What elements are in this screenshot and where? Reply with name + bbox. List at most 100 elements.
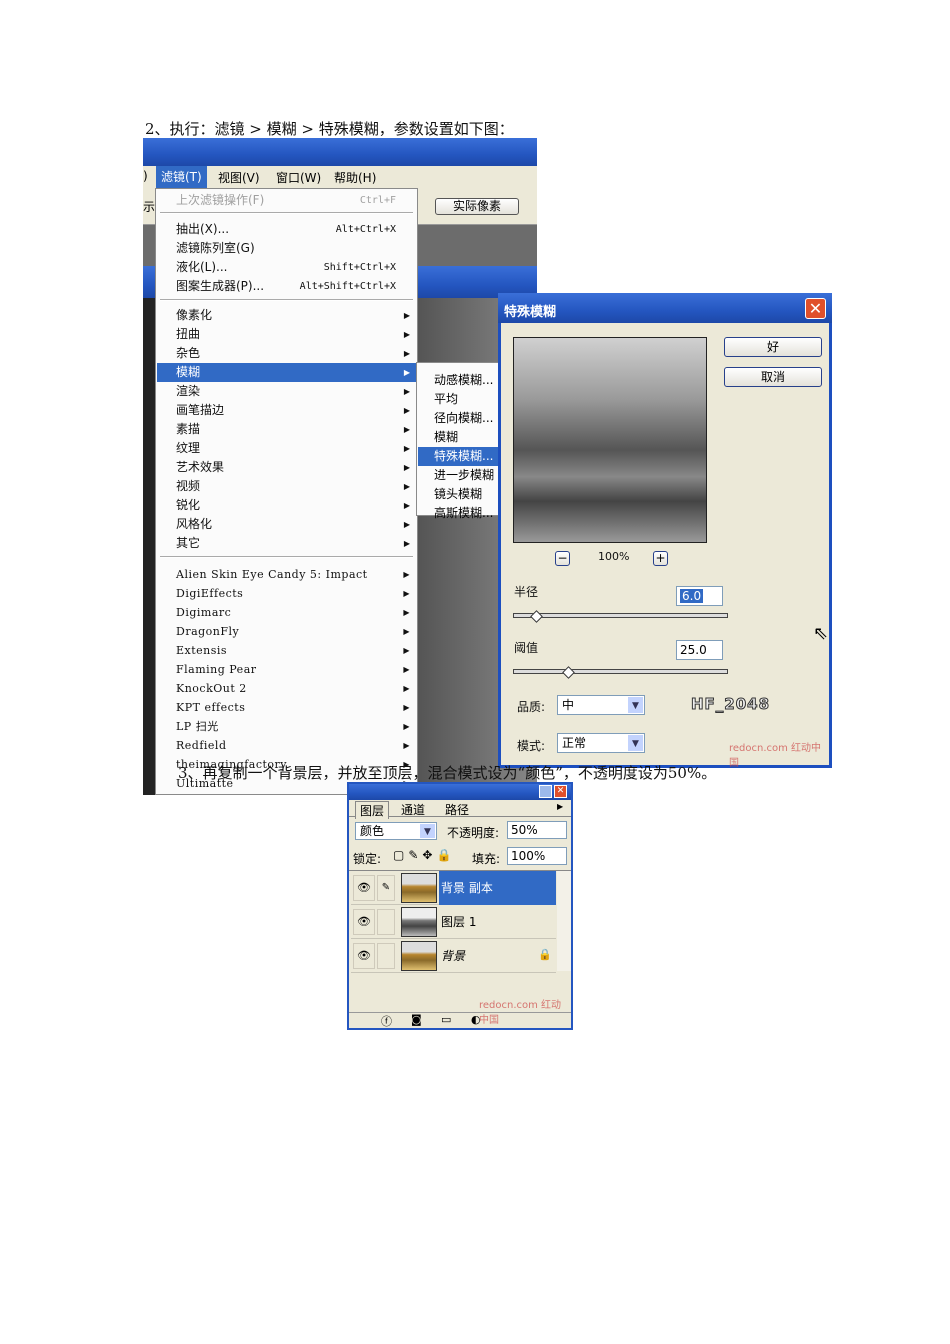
mask-icon[interactable]: ◙	[411, 1013, 422, 1026]
eye-icon[interactable]: 👁	[353, 875, 375, 901]
menu-item[interactable]: 视频 ▶	[157, 477, 416, 496]
submenu-item[interactable]: 径向模糊...	[418, 409, 504, 428]
lock-icons[interactable]: ▢✎✥🔒	[393, 848, 455, 862]
tab-paths[interactable]: 路径	[441, 801, 473, 818]
step-3-instruction: 3、再复制一个背景层，并放至顶层，混合模式设为“颜色”，不透明度设为50%。	[178, 764, 717, 782]
mode-select[interactable]: 正常 ▼	[557, 733, 645, 753]
submenu-arrow-icon: ▶	[403, 463, 410, 472]
submenu-item[interactable]: 高斯模糊...	[418, 504, 504, 523]
menu-item[interactable]: 渲染 ▶	[157, 382, 416, 401]
opacity-input[interactable]: 50%	[507, 821, 567, 839]
radius-slider-thumb[interactable]	[530, 610, 543, 623]
menu-item[interactable]: 扭曲 ▶	[157, 325, 416, 344]
menu-item[interactable]: KnockOut 2 ▶	[157, 679, 416, 698]
menu-item[interactable]: Extensis ▶	[157, 641, 416, 660]
cancel-button[interactable]: 取消	[724, 367, 822, 387]
menu-item[interactable]: DigiEffects ▶	[157, 584, 416, 603]
submenu-arrow-icon: ▶	[403, 627, 410, 636]
submenu-arrow-icon: ▶	[403, 589, 410, 598]
submenu-item[interactable]: 进一步模糊	[418, 466, 504, 485]
menu-item-label: 扭曲	[176, 327, 201, 341]
preview-image[interactable]	[513, 337, 707, 543]
menu-item[interactable]: 杂色 ▶	[157, 344, 416, 363]
submenu-item[interactable]: 模糊	[418, 428, 504, 447]
menu-item[interactable]: Alien Skin Eye Candy 5: Impact ▶	[157, 565, 416, 584]
chevron-down-icon: ▼	[628, 735, 643, 751]
actual-pixels-button[interactable]: 实际像素	[435, 198, 519, 215]
panel-menu-icon[interactable]: ▶	[557, 802, 563, 811]
menu-item[interactable]: Flaming Pear ▶	[157, 660, 416, 679]
eye-icon[interactable]: 👁	[353, 943, 375, 969]
submenu-arrow-icon: ▶	[403, 501, 410, 510]
quality-select[interactable]: 中 ▼	[557, 695, 645, 715]
menu-item[interactable]: 模糊 ▶	[157, 363, 416, 382]
menu-separator	[160, 556, 413, 558]
menu-help[interactable]: 帮助(H)	[334, 169, 376, 186]
window-titlebar	[143, 138, 537, 166]
menu-item[interactable]: DragonFly ▶	[157, 622, 416, 641]
menu-item[interactable]: 画笔描边 ▶	[157, 401, 416, 420]
tab-channels[interactable]: 通道	[397, 801, 429, 818]
folder-icon[interactable]: ▭	[441, 1013, 451, 1026]
eye-icon[interactable]: 👁	[353, 909, 375, 935]
menu-item-label: DragonFly	[176, 625, 240, 638]
submenu-item[interactable]: 镜头模糊	[418, 485, 504, 504]
close-icon[interactable]: ✕	[554, 785, 567, 798]
tab-layers[interactable]: 图层	[355, 801, 390, 819]
menu-item-label: 滤镜陈列室(G)	[176, 241, 255, 255]
submenu-arrow-icon: ▶	[403, 608, 410, 617]
layer-row[interactable]: 👁 ✎ 背景 副本	[351, 871, 556, 905]
submenu-item[interactable]: 特殊模糊...	[418, 447, 504, 466]
menu-item[interactable]: 图案生成器(P)... Alt+Shift+Ctrl+X	[157, 277, 416, 296]
menu-item[interactable]: 其它 ▶	[157, 534, 416, 553]
submenu-arrow-icon: ▶	[403, 406, 410, 415]
blend-mode-select[interactable]: 颜色 ▼	[355, 822, 437, 840]
threshold-input[interactable]: 25.0	[676, 640, 723, 660]
menu-item[interactable]: KPT effects ▶	[157, 698, 416, 717]
menu-item[interactable]: 抽出(X)... Alt+Ctrl+X	[157, 220, 416, 239]
menu-item[interactable]: 风格化 ▶	[157, 515, 416, 534]
menu-item[interactable]: 液化(L)... Shift+Ctrl+X	[157, 258, 416, 277]
layer-row[interactable]: 👁 图层 1	[351, 905, 556, 939]
fill-label: 填充:	[472, 852, 501, 866]
threshold-slider-thumb[interactable]	[562, 666, 575, 679]
menu-item[interactable]: Digimarc ▶	[157, 603, 416, 622]
submenu-arrow-icon: ▶	[403, 482, 410, 491]
zoom-in-button[interactable]: +	[653, 551, 668, 566]
menu-item[interactable]: 素描 ▶	[157, 420, 416, 439]
menu-item-shortcut: Shift+Ctrl+X	[323, 262, 396, 273]
menu-item[interactable]: 锐化 ▶	[157, 496, 416, 515]
scrollbar[interactable]	[557, 871, 571, 971]
minimize-icon[interactable]	[539, 785, 552, 798]
ok-button[interactable]: 好	[724, 337, 822, 357]
layer-style-icon[interactable]: ⓕ	[381, 1013, 392, 1029]
menu-item-last-filter[interactable]: 上次滤镜操作(F) Ctrl+F	[157, 191, 416, 210]
menu-view[interactable]: 视图(V)	[218, 169, 260, 186]
submenu-item[interactable]: 动感模糊...	[418, 371, 504, 390]
menu-window[interactable]: 窗口(W)	[276, 169, 321, 186]
zoom-out-button[interactable]: −	[555, 551, 570, 566]
panel-titlebar	[349, 784, 571, 800]
menu-item[interactable]: Redfield ▶	[157, 736, 416, 755]
menu-item-label: 动感模糊...	[434, 373, 494, 387]
adjustment-icon[interactable]: ◐	[471, 1013, 481, 1026]
menu-item-label: 特殊模糊...	[434, 449, 494, 463]
radius-label: 半径	[514, 585, 539, 599]
menu-item[interactable]: 像素化 ▶	[157, 306, 416, 325]
menu-item[interactable]: 艺术效果 ▶	[157, 458, 416, 477]
submenu-arrow-icon: ▶	[403, 665, 410, 674]
submenu-arrow-icon: ▶	[403, 425, 410, 434]
menu-item[interactable]: 滤镜陈列室(G)	[157, 239, 416, 258]
radius-slider[interactable]	[513, 610, 728, 623]
close-icon[interactable]: ✕	[805, 298, 826, 319]
layer-row[interactable]: 👁 背景 🔒	[351, 939, 556, 973]
radius-input[interactable]: 6.0	[676, 586, 723, 606]
submenu-item[interactable]: 平均	[418, 390, 504, 409]
menu-bar: ) 滤镜(T) 视图(V) 窗口(W) 帮助(H)	[143, 166, 537, 188]
submenu-arrow-icon: ▶	[403, 311, 410, 320]
menu-item[interactable]: 纹理 ▶	[157, 439, 416, 458]
menu-item[interactable]: LP 扫光 ▶	[157, 717, 416, 736]
menu-filter[interactable]: 滤镜(T)	[156, 166, 207, 188]
fill-input[interactable]: 100%	[507, 847, 567, 865]
threshold-slider[interactable]	[513, 666, 728, 679]
